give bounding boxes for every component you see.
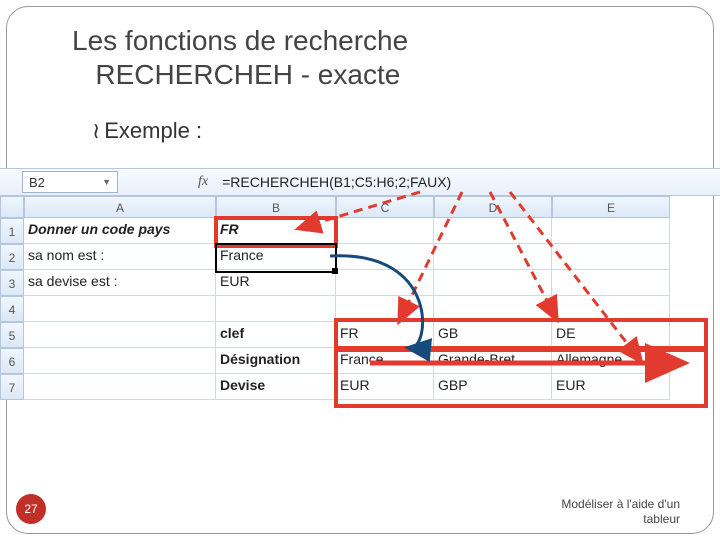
footer-line1: Modéliser à l'aide d'un — [561, 497, 680, 511]
subtitle: ≀Exemple : — [92, 118, 202, 144]
col-header-B[interactable]: B — [216, 196, 336, 218]
col-header-A[interactable]: A — [24, 196, 216, 218]
name-box-value: B2 — [29, 175, 45, 190]
cell-A7[interactable] — [24, 374, 216, 400]
row-header-1[interactable]: 1 — [0, 218, 24, 244]
row-7: Devise EUR GBP EUR — [24, 374, 670, 400]
title-line1: Les fonctions de recherche — [72, 25, 408, 56]
cell-B3[interactable]: EUR — [216, 270, 336, 296]
chevron-down-icon: ▼ — [102, 177, 111, 187]
cell-B4[interactable] — [216, 296, 336, 322]
cell-A2[interactable]: sa nom est : — [24, 244, 216, 270]
row-header-2[interactable]: 2 — [0, 244, 24, 270]
cell-D1[interactable] — [434, 218, 552, 244]
cell-B6[interactable]: Désignation — [216, 348, 336, 374]
cell-C2[interactable] — [336, 244, 434, 270]
cell-D3[interactable] — [434, 270, 552, 296]
cell-D4[interactable] — [434, 296, 552, 322]
subtitle-text: Exemple : — [104, 118, 202, 143]
cell-E3[interactable] — [552, 270, 670, 296]
col-header-E[interactable]: E — [552, 196, 670, 218]
column-headers: A B C D E — [24, 196, 670, 218]
row-header-4[interactable]: 4 — [0, 296, 24, 322]
cell-E5[interactable]: DE — [552, 322, 670, 348]
row-header-5[interactable]: 5 — [0, 322, 24, 348]
cell-D7[interactable]: GBP — [434, 374, 552, 400]
cell-C7[interactable]: EUR — [336, 374, 434, 400]
select-all-corner[interactable] — [0, 196, 24, 218]
spreadsheet-panel: B2 ▼ fx =RECHERCHEH(B1;C5:H6;2;FAUX) 1 2… — [0, 168, 720, 400]
cell-D6[interactable]: Grande-Bret — [434, 348, 552, 374]
cell-A5[interactable] — [24, 322, 216, 348]
row-5: clef FR GB DE — [24, 322, 670, 348]
cell-E2[interactable] — [552, 244, 670, 270]
formula-bar: B2 ▼ fx =RECHERCHEH(B1;C5:H6;2;FAUX) — [0, 168, 720, 196]
cell-A3[interactable]: sa devise est : — [24, 270, 216, 296]
footer-text: Modéliser à l'aide d'un tableur — [561, 497, 680, 526]
cell-C3[interactable] — [336, 270, 434, 296]
row-header-3[interactable]: 3 — [0, 270, 24, 296]
slide-title: Les fonctions de recherche RECHERCHEH - … — [72, 24, 408, 91]
row-2: sa nom est : France — [24, 244, 670, 270]
cell-B5[interactable]: clef — [216, 322, 336, 348]
cell-E4[interactable] — [552, 296, 670, 322]
row-6: Désignation France Grande-Bret Allemagne — [24, 348, 670, 374]
cells-area: A B C D E Donner un code pays FR sa nom … — [24, 196, 670, 400]
cell-D2[interactable] — [434, 244, 552, 270]
cell-E7[interactable]: EUR — [552, 374, 670, 400]
row-header-6[interactable]: 6 — [0, 348, 24, 374]
col-header-D[interactable]: D — [434, 196, 552, 218]
name-box[interactable]: B2 ▼ — [22, 171, 118, 193]
row-header-7[interactable]: 7 — [0, 374, 24, 400]
row-1: Donner un code pays FR — [24, 218, 670, 244]
page-number-badge: 27 — [16, 494, 46, 524]
footer-line2: tableur — [643, 512, 680, 526]
cell-C5[interactable]: FR — [336, 322, 434, 348]
cell-A1[interactable]: Donner un code pays — [24, 218, 216, 244]
cell-E6[interactable]: Allemagne — [552, 348, 670, 374]
cell-A4[interactable] — [24, 296, 216, 322]
row-headers: 1 2 3 4 5 6 7 — [0, 196, 24, 400]
cell-D5[interactable]: GB — [434, 322, 552, 348]
cell-C6[interactable]: France — [336, 348, 434, 374]
formula-input[interactable]: =RECHERCHEH(B1;C5:H6;2;FAUX) — [222, 174, 451, 190]
row-3: sa devise est : EUR — [24, 270, 670, 296]
row-4 — [24, 296, 670, 322]
cell-E1[interactable] — [552, 218, 670, 244]
col-header-C[interactable]: C — [336, 196, 434, 218]
cell-C4[interactable] — [336, 296, 434, 322]
cell-B1[interactable]: FR — [216, 218, 336, 244]
cell-B7[interactable]: Devise — [216, 374, 336, 400]
cell-C1[interactable] — [336, 218, 434, 244]
cell-B2[interactable]: France — [216, 244, 336, 270]
sheet-grid: 1 2 3 4 5 6 7 A B C D E Donner un code p… — [0, 196, 720, 400]
page-number: 27 — [24, 502, 37, 516]
title-line2: RECHERCHEH - exacte — [95, 59, 400, 90]
fx-icon[interactable]: fx — [198, 174, 208, 190]
cell-A6[interactable] — [24, 348, 216, 374]
bullet-icon: ≀ — [92, 118, 100, 143]
